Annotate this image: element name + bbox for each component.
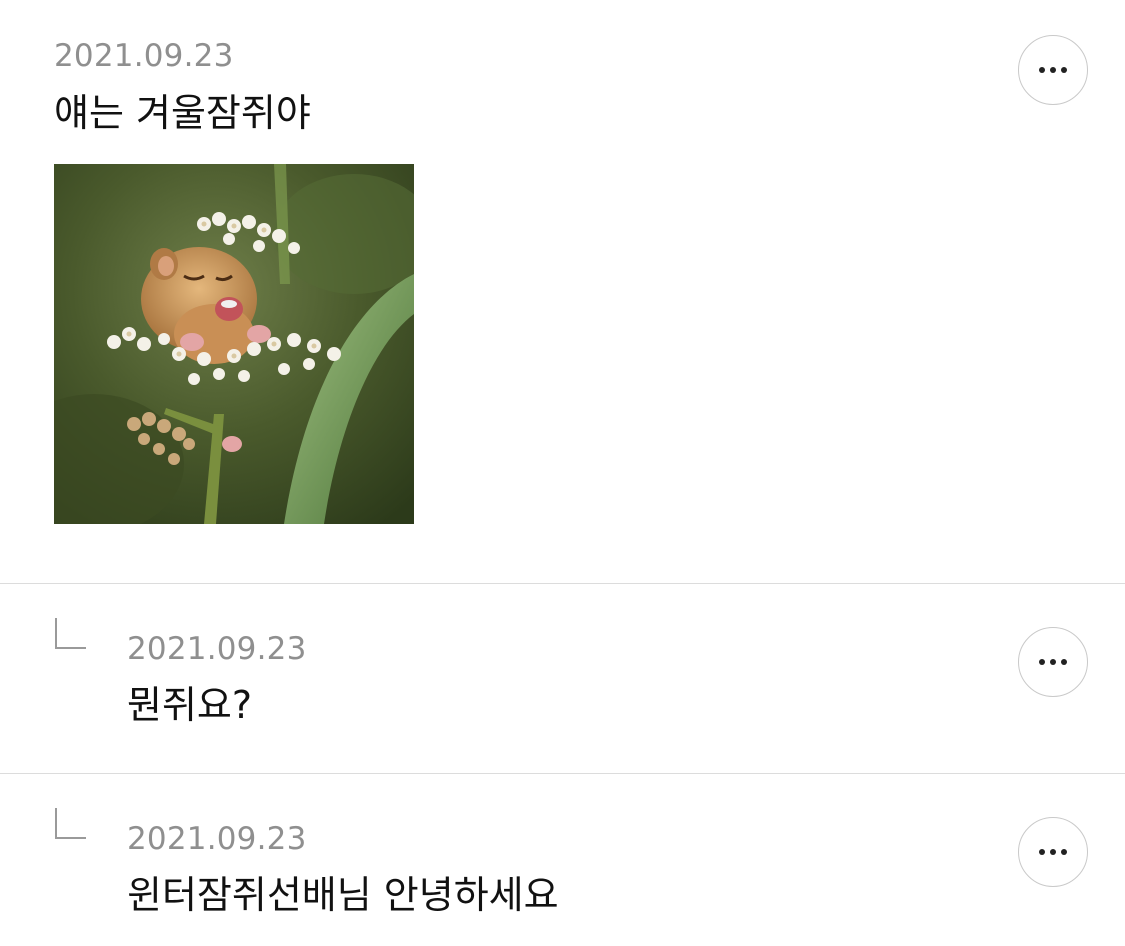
reply-text: 뭔쥐요? [127,683,253,727]
comment-text: 얘는 겨울잠쥐야 [54,91,311,135]
reply-item: 2021.09.23 윈터잠쥐선배님 안녕하세요 [0,774,1125,946]
reply-item: 2021.09.23 뭔쥐요? [0,584,1125,773]
more-options-button[interactable] [1018,817,1088,887]
more-horizontal-icon [1039,849,1067,855]
more-horizontal-icon [1039,659,1067,665]
reply-date: 2021.09.23 [127,631,307,667]
more-options-button[interactable] [1018,627,1088,697]
comment-date: 2021.09.23 [54,38,234,74]
reply-arrow-icon [55,808,86,839]
reply-arrow-icon [55,618,86,649]
comment-item: 2021.09.23 얘는 겨울잠쥐야 [0,0,1125,584]
more-options-button[interactable] [1018,35,1088,105]
more-horizontal-icon [1039,67,1067,73]
reply-text: 윈터잠쥐선배님 안녕하세요 [127,873,559,917]
comment-image[interactable] [54,164,414,524]
reply-date: 2021.09.23 [127,821,307,857]
